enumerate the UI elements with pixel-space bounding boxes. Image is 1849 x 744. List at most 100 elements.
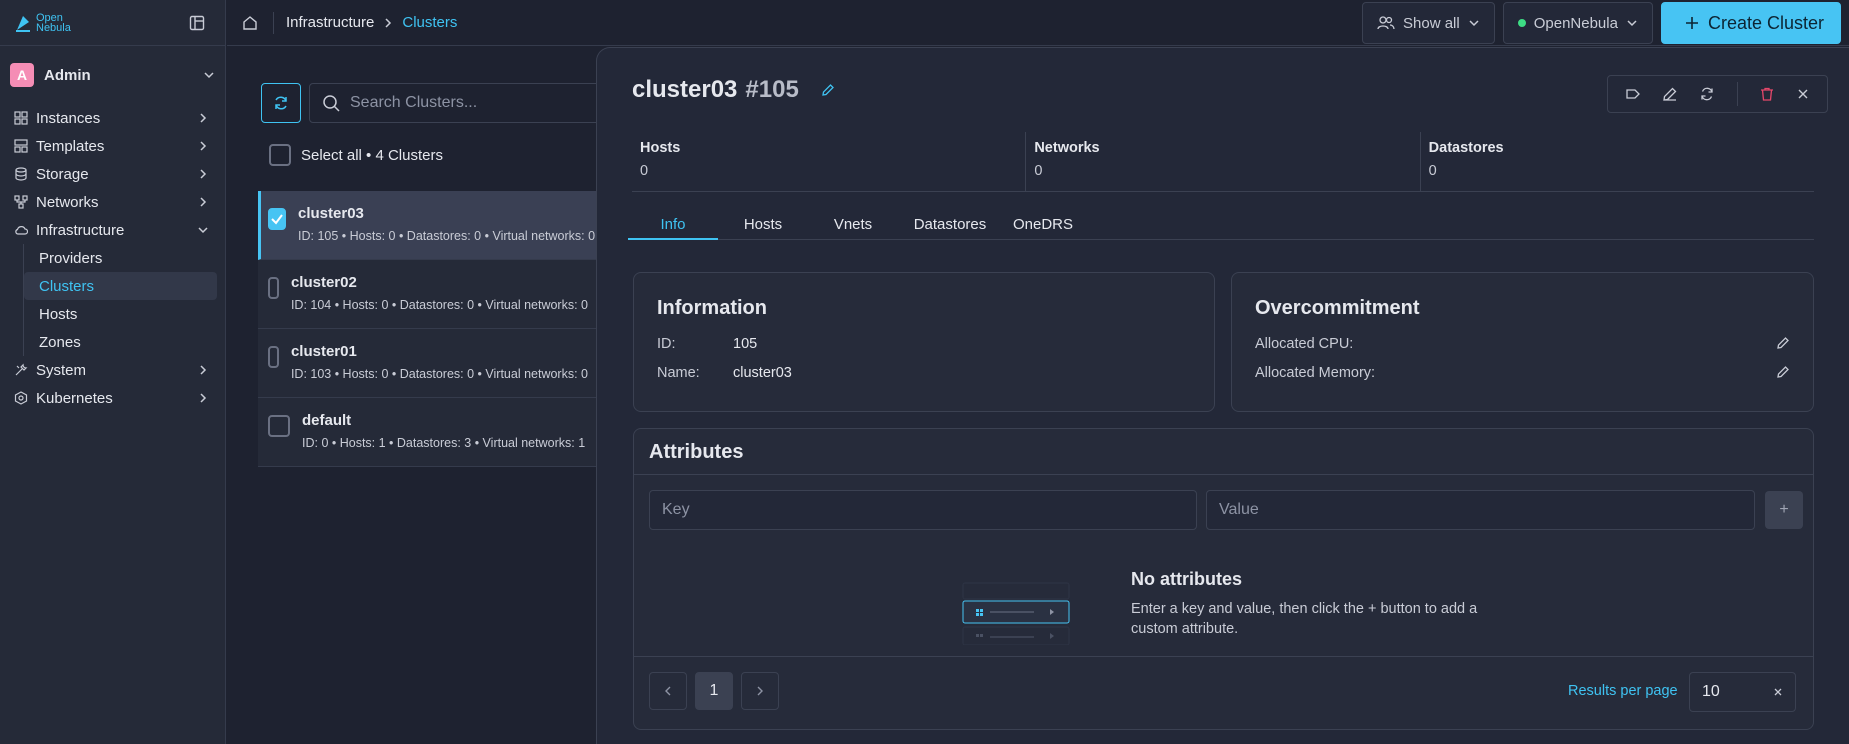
edit-pencil-icon[interactable]: [1662, 86, 1678, 102]
label-tag-icon[interactable]: [1625, 86, 1641, 102]
page-number-button[interactable]: 1: [695, 672, 733, 710]
close-icon[interactable]: [1796, 87, 1810, 101]
top-bar: Infrastructure Clusters Show all OpenNeb…: [227, 0, 1849, 46]
sidebar-item-templates[interactable]: Templates: [8, 132, 217, 160]
results-per-page-select[interactable]: 10: [1689, 672, 1796, 712]
stat-label: Datastores: [1428, 140, 1504, 156]
breadcrumb-current: Clusters: [402, 14, 458, 31]
chevron-right-icon: [197, 196, 209, 208]
row-meta: ID: 104 • Hosts: 0 • Datastores: 0 • Vir…: [290, 298, 588, 312]
check-icon: [270, 212, 284, 226]
row-name: cluster03: [298, 205, 364, 222]
stat-label: Networks: [1034, 140, 1100, 156]
empty-state-title: No attributes: [1131, 569, 1243, 589]
divider: [634, 474, 1813, 475]
rename-pencil-icon[interactable]: [821, 83, 835, 97]
sidebar-item-system[interactable]: System: [8, 356, 217, 384]
add-attribute-button[interactable]: +: [1765, 491, 1803, 529]
breadcrumb: Infrastructure Clusters: [286, 14, 457, 31]
panel-actions: [1607, 75, 1828, 113]
database-icon: [14, 167, 28, 181]
sidebar-subitem-zones[interactable]: Zones: [24, 328, 217, 356]
empty-state-description-line1: Enter a key and value, then click the + …: [1131, 601, 1478, 617]
chevron-right-icon: [197, 112, 209, 124]
tab-hosts[interactable]: Hosts: [718, 216, 808, 240]
sidebar-item-label: Instances: [36, 109, 101, 127]
cluster-id: #105: [745, 76, 799, 103]
tools-icon: [14, 363, 28, 377]
table-row[interactable]: cluster03 ID: 105 • Hosts: 0 • Datastore…: [258, 191, 598, 260]
sidebar-subitem-clusters[interactable]: Clusters: [24, 272, 217, 300]
table-row[interactable]: cluster01 ID: 103 • Hosts: 0 • Datastore…: [258, 329, 598, 398]
row-checkbox[interactable]: [268, 346, 279, 368]
chevron-right-icon: [382, 17, 394, 29]
row-checkbox[interactable]: [268, 208, 286, 230]
sidebar-item-infrastructure[interactable]: Infrastructure: [8, 216, 217, 244]
next-page-button[interactable]: [741, 672, 779, 710]
tab-datastores[interactable]: Datastores: [898, 216, 1002, 240]
attribute-value-input[interactable]: [1206, 490, 1755, 530]
trash-icon[interactable]: [1759, 86, 1775, 102]
info-id-label: ID:: [657, 336, 676, 352]
refresh-button[interactable]: [261, 83, 301, 123]
row-checkbox[interactable]: [268, 277, 279, 299]
refresh-icon[interactable]: [1699, 86, 1715, 102]
create-cluster-button[interactable]: Create Cluster: [1660, 2, 1841, 44]
row-name: cluster02: [290, 274, 357, 291]
row-meta: ID: 0 • Hosts: 1 • Datastores: 3 • Virtu…: [302, 436, 586, 450]
row-name: default: [302, 412, 352, 429]
row-name: cluster01: [290, 343, 357, 360]
stat-value: 0: [1034, 163, 1043, 179]
prev-page-button[interactable]: [649, 672, 687, 710]
info-name-value: cluster03: [733, 365, 792, 381]
show-all-label: Show all: [1403, 14, 1460, 32]
chevron-right-icon: [197, 364, 209, 376]
sidebar-item-networks[interactable]: Networks: [8, 188, 217, 216]
table-row[interactable]: default ID: 0 • Hosts: 1 • Datastores: 3…: [258, 398, 598, 467]
attribute-key-input[interactable]: [649, 490, 1197, 530]
edit-pencil-icon[interactable]: [1776, 336, 1790, 352]
tab-onedrs[interactable]: OneDRS: [1002, 216, 1084, 240]
layout-toggle-icon[interactable]: [189, 15, 205, 31]
sidebar-subitem-hosts[interactable]: Hosts: [24, 300, 217, 328]
search-input[interactable]: [350, 94, 630, 112]
select-all-checkbox[interactable]: [269, 144, 291, 166]
sidebar-item-storage[interactable]: Storage: [8, 160, 217, 188]
user-name: Admin: [44, 66, 91, 84]
breadcrumb-parent[interactable]: Infrastructure: [286, 14, 374, 31]
sidebar-item-kubernetes[interactable]: Kubernetes: [8, 384, 217, 412]
sidebar-nav: Instances Templates Storage Networks Inf…: [0, 104, 225, 412]
home-button[interactable]: [227, 15, 273, 31]
divider: [273, 11, 274, 34]
chevron-down-icon: [1468, 17, 1480, 29]
info-name-label: Name:: [657, 365, 700, 381]
clear-icon[interactable]: [1773, 687, 1783, 697]
sidebar-subitem-providers[interactable]: Providers: [24, 244, 217, 272]
show-all-button[interactable]: Show all: [1362, 2, 1495, 44]
plus-icon: [1684, 15, 1700, 31]
results-per-page-label: Results per page: [1568, 683, 1678, 699]
kubernetes-icon: [14, 391, 28, 405]
zone-selector[interactable]: OpenNebula: [1502, 2, 1653, 44]
sidebar-item-label: Infrastructure: [36, 221, 125, 239]
edit-pencil-icon[interactable]: [1776, 365, 1790, 381]
information-card: Information ID: 105 Name: cluster03: [633, 272, 1215, 412]
tab-info[interactable]: Info: [628, 216, 718, 240]
results-per-page-value: 10: [1702, 683, 1720, 700]
chevron-right-icon: [197, 168, 209, 180]
chevron-right-icon: [755, 686, 765, 696]
empty-state-illustration: [962, 581, 1070, 645]
logo[interactable]: Open Nebula: [14, 11, 71, 33]
logo-text-line1: Open: [36, 11, 63, 24]
top-actions: Show all OpenNebula Create Cluster: [1362, 2, 1841, 44]
table-row[interactable]: cluster02 ID: 104 • Hosts: 0 • Datastore…: [258, 260, 598, 329]
select-all[interactable]: Select all • 4 Clusters: [269, 144, 443, 166]
sidebar-item-instances[interactable]: Instances: [8, 104, 217, 132]
avatar: A: [10, 63, 34, 87]
row-checkbox[interactable]: [268, 415, 290, 437]
sidebar: Open Nebula A Admin Instances Templates …: [0, 0, 226, 744]
user-menu[interactable]: A Admin: [0, 46, 225, 104]
sidebar-header: Open Nebula: [0, 0, 225, 46]
tab-vnets[interactable]: Vnets: [808, 216, 898, 240]
stat-hosts: Hosts 0: [632, 132, 1027, 191]
